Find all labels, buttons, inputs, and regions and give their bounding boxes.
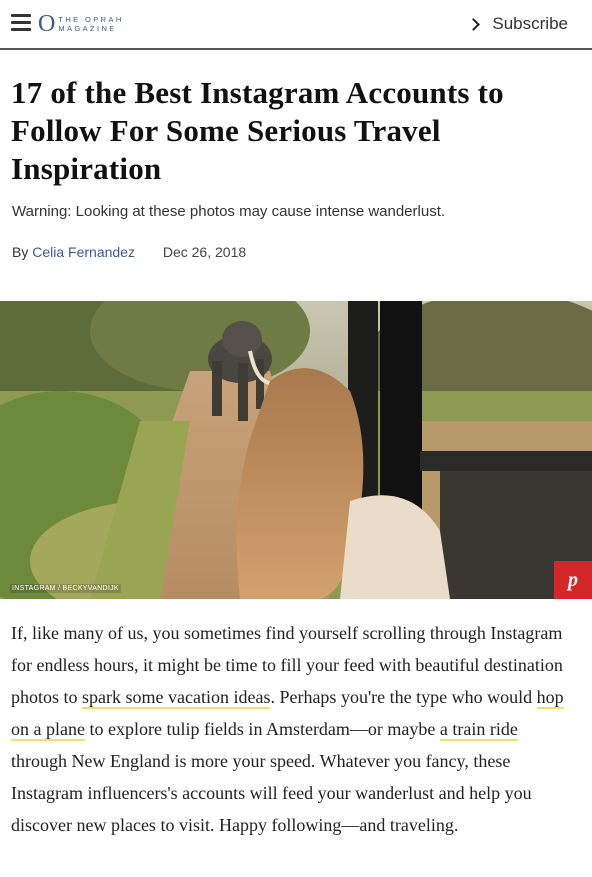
body-text-4: through New England is more your speed. …	[11, 751, 532, 835]
subscribe-button[interactable]: Subscribe	[467, 14, 568, 34]
author-link[interactable]: Celia Fernandez	[32, 244, 135, 260]
body-text-3: to explore tulip fields in Amsterdam—or …	[84, 719, 440, 739]
hamburger-menu-icon[interactable]	[11, 14, 31, 34]
logo-top-text: THE OPRAH	[58, 15, 124, 24]
article-dek: Warning: Looking at these photos may cau…	[12, 203, 446, 220]
logo-wordmark: THE OPRAH MAGAZINE	[58, 15, 123, 33]
byline: By Celia Fernandez Dec 26, 2018	[12, 244, 580, 260]
publish-date: Dec 26, 2018	[162, 244, 247, 260]
pinterest-icon: p	[568, 568, 578, 591]
chevron-right-icon	[467, 17, 481, 31]
subscribe-label: Subscribe	[492, 14, 568, 33]
hero-image: INSTAGRAM / BECKYVANDIJK p	[0, 301, 592, 599]
article-body-paragraph: If, like many of us, you sometimes find …	[11, 617, 578, 841]
link-train-ride[interactable]: a train ride	[439, 719, 518, 741]
site-logo[interactable]: O THE OPRAH MAGAZINE	[38, 12, 124, 36]
pinterest-share-button[interactable]: p	[554, 561, 592, 599]
site-header: O THE OPRAH MAGAZINE Subscribe	[0, 0, 592, 50]
photo-credit: INSTAGRAM / BECKYVANDIJK	[10, 584, 121, 593]
logo-letter: O	[38, 11, 56, 37]
hero-photo-elephant-safari	[0, 301, 592, 599]
by-label: By	[12, 244, 29, 260]
article-title: 17 of the Best Instagram Accounts to Fol…	[11, 75, 504, 186]
logo-bottom-text: MAGAZINE	[58, 24, 117, 33]
link-spark-vacation-ideas[interactable]: spark some vacation ideas	[82, 687, 271, 709]
body-text-2: . Perhaps you're the type who would	[270, 687, 537, 707]
